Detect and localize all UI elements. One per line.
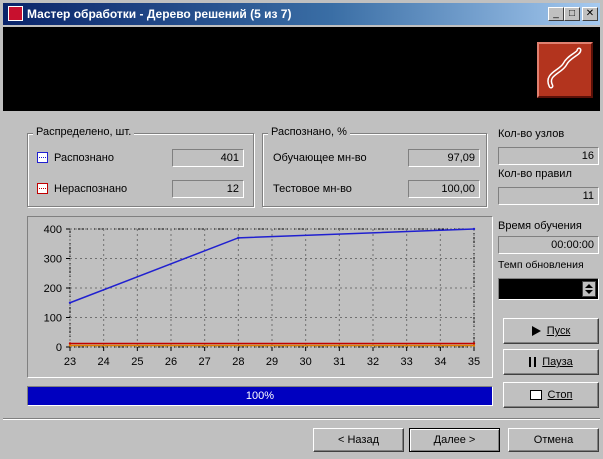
series-point-3 [68,344,72,347]
recognized-value: 401 [172,149,244,167]
training-chart: 0 100 200 300 400 23 24 25 26 27 28 29 30 31 32 33 34 35 [27,216,493,378]
x-tick-label: 29 [266,356,278,368]
nodes-count-label: Кол-во узлов [498,128,565,140]
nodes-count-value: 16 [498,147,599,165]
x-tick-label: 30 [300,356,312,368]
training-set-label: Обучающее мн-во [273,152,367,164]
stop-button[interactable]: Стоп [503,382,599,408]
next-button[interactable]: Далее > [409,428,500,452]
x-tick-label: 32 [367,356,379,368]
logo-icon [537,42,593,98]
unrecognized-value: 12 [172,180,244,198]
series-point-1 [472,227,476,231]
training-time-label: Время обучения [498,220,582,232]
window-title: Мастер обработки - Дерево решений (5 из … [27,7,292,21]
start-button[interactable]: Пуск [503,318,599,344]
distributed-title: Распределено, шт. [33,126,135,138]
minimize-button[interactable]: _ [548,7,564,21]
x-tick-label: 25 [131,356,143,368]
rules-count-value: 11 [498,187,599,205]
test-set-value: 100,00 [408,180,480,198]
progress-bar: 100% [27,386,493,406]
series-point-1 [68,301,72,304]
x-tick-label: 27 [199,356,211,368]
wizard-banner [3,27,600,111]
y-tick-label: 300 [44,254,62,266]
rules-count-label: Кол-во правил [498,168,572,180]
progress-text: 100% [245,390,275,402]
cancel-button[interactable]: Отмена [508,428,599,452]
test-set-label: Тестовое мн-во [273,183,352,195]
pause-icon [529,357,537,368]
title-bar: Мастер обработки - Дерево решений (5 из … [3,3,600,25]
y-tick-label: 200 [44,283,62,295]
y-tick-label: 400 [44,224,62,236]
y-tick-label: 100 [44,313,62,325]
training-set-value: 97,09 [408,149,480,167]
back-button[interactable]: < Назад [313,428,404,452]
app-icon [8,6,23,21]
update-rate-spinner[interactable] [498,278,599,300]
pause-button-label: Пауза [542,356,573,368]
chart-svg: 0 100 200 300 400 23 24 25 26 27 28 29 30 31 32 33 34 35 [44,224,480,368]
recognized-label: Распознано [54,152,114,164]
recognized-pct-title: Распознано, % [268,126,350,138]
x-tick-label: 35 [468,356,480,368]
series-point-2 [68,342,72,345]
series-point-2 [472,342,476,345]
stop-button-label: Стоп [547,389,573,401]
x-tick-label: 31 [333,356,345,368]
play-icon [531,326,541,337]
maximize-button[interactable]: □ [564,7,580,21]
unrecognized-label: Нераспознано [54,183,128,195]
series-point-1 [237,236,240,240]
update-rate-label: Темп обновления [498,259,584,271]
x-tick-label: 24 [98,356,110,368]
unrecognized-legend-icon [37,183,48,194]
y-tick-label: 0 [56,342,62,354]
x-tick-label: 26 [165,356,177,368]
footer-separator [3,418,600,420]
stop-icon [529,390,542,401]
training-time-value: 00:00:00 [498,236,599,254]
x-tick-label: 34 [434,356,446,368]
spinner-arrows-icon[interactable] [582,281,596,297]
series-point-3 [472,344,476,347]
recognized-legend-icon [37,152,48,163]
x-tick-label: 28 [232,356,244,368]
start-button-label: Пуск [546,325,571,337]
x-tick-label: 23 [64,356,76,368]
close-button[interactable]: ✕ [582,7,598,21]
x-tick-label: 33 [401,356,413,368]
pause-button[interactable]: Пауза [503,349,599,375]
